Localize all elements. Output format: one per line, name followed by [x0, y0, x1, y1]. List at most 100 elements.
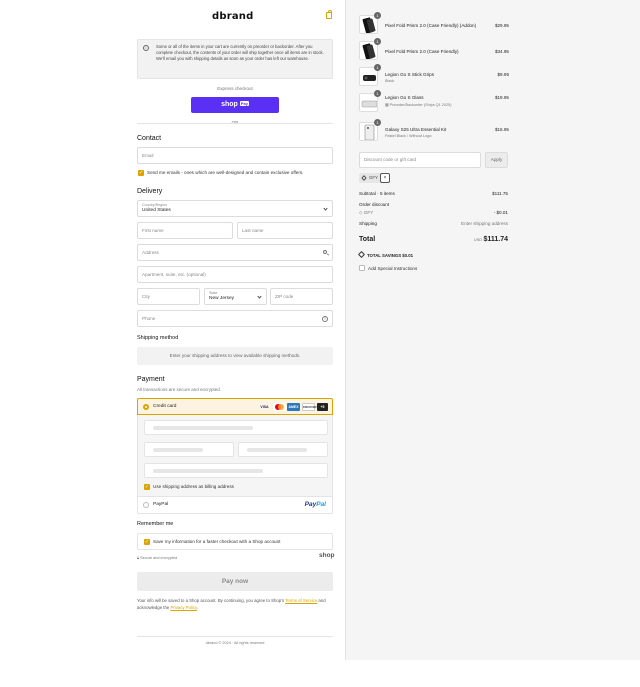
discount-code-row: ◇ GFY - $0.01 — [359, 210, 508, 217]
visa-icon: VISA — [260, 405, 269, 409]
legal-before: Your info will be saved to a Shop accoun… — [137, 598, 286, 603]
paypal-label: PayPal — [153, 502, 169, 507]
paypal-option[interactable]: PayPal PayPal — [137, 497, 333, 514]
item-variant: Black — [385, 79, 395, 83]
currency-code: USD — [473, 237, 483, 242]
item-variant: ▦ Preorder/Backorder (Ships Q1 2025) — [385, 102, 452, 107]
remove-code-button[interactable]: × — [380, 173, 390, 183]
remember-title: Remember me — [137, 521, 174, 527]
discount-code-tag: ◇ GFY — [359, 210, 373, 215]
mastercard-logo-svg — [275, 404, 284, 410]
order-discount-row: Order discount — [359, 202, 508, 209]
payment-subtitle: All transactions are secure and encrypte… — [137, 387, 222, 392]
discount-code-label: GFY — [363, 210, 374, 215]
credit-card-radio[interactable] — [143, 404, 149, 410]
chevron-down-icon — [323, 206, 328, 211]
item-name: Galaxy S25 Ultra Essential Kit — [385, 127, 447, 132]
total-amount: USD $111.74 — [474, 236, 508, 243]
divider — [137, 123, 333, 124]
subtotal-row: Subtotal · 5 items $111.75 — [359, 191, 508, 198]
save-info-label: Save my information for a faster checkou… — [153, 539, 281, 544]
phone-field[interactable]: Phone ? — [137, 310, 333, 327]
secure-note: 🔒︎ Secure and encrypted — [137, 556, 177, 560]
payment-title: Payment — [137, 376, 165, 383]
page-bottom — [345, 660, 640, 687]
item-price: $34.95 — [494, 49, 509, 54]
secure-label: Secure and encrypted — [140, 556, 178, 560]
address-field[interactable]: Address — [137, 244, 333, 261]
paypal-logo-a: Pay — [304, 501, 317, 508]
loading-placeholder — [153, 448, 203, 452]
paypal-logo: PayPal — [305, 501, 326, 508]
address-placeholder: Address — [142, 250, 159, 255]
item-variant-text: Preorder/Backorder (Ships Q1 2025) — [389, 103, 452, 107]
credit-card-option[interactable]: Credit card VISA AMEX DISCOVER +5 — [137, 398, 333, 415]
first-name-field[interactable]: First name — [137, 222, 233, 239]
total-savings-row: TOTAL SAVINGS $0.01 — [357, 250, 508, 259]
card-number-field[interactable] — [144, 420, 328, 435]
item-price: $9.95 — [497, 72, 510, 77]
footer-text: dbrand © 2024 · All rights reserved — [205, 641, 265, 645]
tag-icon — [357, 250, 366, 259]
shipping-row: Shipping Enter shipping address — [359, 221, 508, 228]
shipping-value: Enter shipping address — [461, 221, 508, 226]
help-icon[interactable]: ? — [322, 316, 328, 322]
discount-code-input[interactable]: Discount code or gift card — [359, 152, 481, 168]
quantity-badge: 1 — [374, 12, 381, 19]
info-icon: i — [143, 45, 149, 51]
item-name: Pixel Fold Prism 2.0 (Case Friendly) (Ad… — [385, 23, 477, 28]
save-info-checkbox[interactable]: ✓ — [144, 539, 150, 545]
city-field[interactable]: City — [137, 288, 200, 305]
terms-link[interactable]: Terms of Service — [285, 598, 317, 603]
line-item: 1 Pixel Fold Prism 2.0 (Case Friendly) $… — [359, 38, 509, 61]
line-item: 1 Pixel Fold Prism 2.0 (Case Friendly) (… — [359, 12, 509, 35]
state-select[interactable]: State New Jersey — [204, 288, 267, 305]
quantity-badge: 1 — [374, 90, 381, 97]
shipping-label: Shipping — [359, 221, 377, 226]
footer-divider — [137, 636, 333, 637]
paypal-radio[interactable] — [143, 502, 149, 508]
total-value: $111.74 — [483, 236, 508, 243]
applied-code-chip: GFY — [359, 173, 381, 183]
paypal-logo-b: Pal — [316, 501, 326, 508]
discount-value: - $0.01 — [493, 210, 508, 215]
billing-same-checkbox[interactable]: ✓ — [144, 484, 150, 490]
shop-pay-button[interactable]: shop Pay — [191, 97, 279, 113]
email-field[interactable]: Email — [137, 147, 333, 164]
shop-logo: shop — [319, 552, 335, 559]
pay-now-button[interactable]: Pay now — [137, 572, 333, 591]
legal-after: . — [196, 605, 199, 610]
item-name: Legion Go S Glass — [385, 95, 424, 100]
country-value: United States — [142, 208, 171, 213]
expiration-field[interactable] — [144, 442, 234, 457]
line-item: 1 Galaxy S25 Ultra Essential Kit Pastel … — [359, 119, 509, 142]
apartment-field[interactable]: Apartment, suite, etc. (optional) — [137, 266, 333, 283]
item-name: Pixel Fold Prism 2.0 (Case Friendly) — [385, 49, 459, 54]
billing-same-label: Use shipping address as billing address — [153, 484, 234, 489]
tag-icon — [361, 175, 367, 181]
notice-text: Some or all of the items in your cart ar… — [156, 44, 324, 61]
zip-field[interactable]: ZIP code — [270, 288, 333, 305]
backorder-notice: i Some or all of the items in your cart … — [137, 39, 333, 79]
brand-logo[interactable]: dbrand — [212, 11, 253, 22]
mastercard-icon — [273, 403, 286, 411]
special-instructions-checkbox[interactable] — [359, 265, 365, 271]
item-name: Legion Go S Stick Grips — [385, 72, 435, 77]
newsletter-checkbox[interactable]: ✓ — [138, 170, 144, 176]
remember-me-box: ✓ Save my information for a faster check… — [137, 533, 333, 550]
credit-card-label: Credit card — [153, 404, 177, 409]
loading-placeholder — [247, 448, 307, 452]
apply-discount-button[interactable]: Apply — [485, 152, 508, 168]
amex-icon: AMEX — [287, 403, 300, 411]
item-price: $29.95 — [494, 23, 509, 28]
privacy-link[interactable]: Privacy Policy — [170, 605, 196, 610]
bag-icon[interactable] — [326, 10, 332, 19]
name-on-card-field[interactable] — [144, 463, 328, 478]
last-name-field[interactable]: Last name — [237, 222, 333, 239]
country-label: Country/Region — [142, 203, 167, 207]
quantity-badge: 1 — [374, 119, 381, 126]
shop-pay-wordmark: shop — [221, 101, 238, 108]
security-code-field[interactable] — [238, 442, 328, 457]
item-price: $16.95 — [494, 127, 509, 132]
country-select[interactable]: Country/Region United States — [137, 200, 333, 217]
